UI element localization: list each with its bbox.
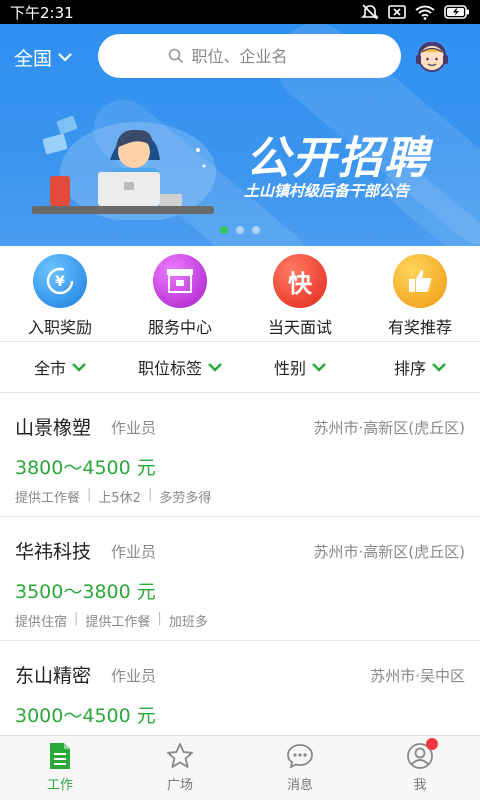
filter-job-tag[interactable]: 职位标签 [120,342,240,392]
no-sim-icon [388,5,406,19]
wifi-icon [415,5,435,20]
job-salary: 3000～4500 元 [15,705,156,727]
chevron-down-icon [208,362,222,372]
job-tags: 提供工作餐 | 上5休2 | 多劳多得 [15,487,212,506]
filter-label: 职位标签 [137,359,202,378]
status-time: 下午2:31 [10,3,74,22]
job-location: 苏州市·高新区(虎丘区) [313,543,465,561]
carousel-dot [252,226,260,234]
status-icons [361,4,470,20]
nav-label: 消息 [286,778,313,793]
status-bar: 下午2:31 [0,0,480,24]
job-tag: 上5休2 [98,491,141,506]
hero-banner[interactable]: 全国 公开招聘 土山镇村级后备干部 [0,24,480,246]
nav-label: 工作 [46,778,73,793]
chevron-down-icon [58,53,72,62]
storefront-icon [153,254,207,308]
filter-gender[interactable]: 性别 [240,342,360,392]
quick-entry-label: 有奖推荐 [387,318,452,337]
filter-label: 性别 [273,359,306,378]
kuai-icon: 快 [273,254,327,308]
nav-work[interactable]: 工作 [0,736,120,800]
job-tags: 提供住宿 | 提供工作餐 | 加班多 [15,611,208,630]
search-bar[interactable] [98,34,401,78]
region-selector[interactable]: 全国 [14,44,72,71]
mute-icon [361,4,379,20]
filter-sort[interactable]: 排序 [360,342,480,392]
quick-entry-service-center[interactable]: 服务中心 [120,246,240,341]
job-tag: 提供工作餐 [85,615,151,630]
customer-service-icon[interactable] [414,38,450,78]
carousel-dot [236,226,244,234]
chevron-down-icon [432,362,446,372]
quick-entry-label: 服务中心 [147,318,212,337]
nav-me[interactable]: 我 [360,736,480,800]
quick-entry-onboarding-reward[interactable]: ¥ 入职奖励 [0,246,120,341]
job-location: 苏州市·吴中区 [370,667,465,685]
svg-text:¥: ¥ [55,274,65,290]
chevron-down-icon [312,362,326,372]
job-list: 山景橡塑 作业员 苏州市·高新区(虎丘区) 3800～4500 元 提供工作餐 |… [0,393,480,765]
yen-refresh-icon: ¥ [33,254,87,308]
job-position: 作业员 [111,667,157,685]
job-position: 作业员 [111,419,157,437]
chat-bubble-icon [287,744,313,769]
filter-bar: 全市 职位标签 性别 排序 [0,341,480,393]
search-input[interactable] [191,46,332,66]
nav-label: 我 [413,778,427,793]
job-salary: 3800～4500 元 [15,457,156,479]
quick-entry-label: 当天面试 [267,318,332,337]
thumbs-up-icon [393,254,447,308]
company-name: 山景橡塑 [15,417,92,439]
job-card[interactable]: 山景橡塑 作业员 苏州市·高新区(虎丘区) 3800～4500 元 提供工作餐 |… [0,393,480,517]
job-position: 作业员 [111,543,157,561]
quick-entry-label: 入职奖励 [27,318,92,337]
job-tag: 多劳多得 [159,491,212,506]
job-location: 苏州市·高新区(虎丘区) [313,419,465,437]
quick-entry-same-day-interview[interactable]: 快 当天面试 [240,246,360,341]
star-icon [167,743,193,768]
job-salary: 3500～3800 元 [15,581,156,603]
job-tag: 提供住宿 [15,615,68,630]
filter-label: 排序 [393,359,426,378]
quick-entry-referral-reward[interactable]: 有奖推荐 [360,246,480,341]
job-card[interactable]: 华祎科技 作业员 苏州市·高新区(虎丘区) 3500～3800 元 提供住宿 | … [0,517,480,641]
search-icon [168,48,183,64]
carousel-dot [220,226,228,234]
document-icon [50,743,70,769]
company-name: 华祎科技 [15,541,92,563]
top-header: 全国 [0,24,480,90]
quick-entries: ¥ 入职奖励 服务中心 快 当天面试 有奖推荐 [0,246,480,341]
banner-subtitle: 土山镇村级后备干部公告 [244,182,410,200]
filter-city[interactable]: 全市 [0,342,120,392]
battery-charging-icon [444,5,469,19]
bottom-nav: 工作 广场 消息 我 [0,735,480,800]
banner-title: 公开招聘 [246,133,430,184]
nav-square[interactable]: 广场 [120,736,240,800]
notification-badge [426,738,438,750]
kuai-glyph: 快 [288,269,312,298]
filter-label: 全市 [33,359,66,378]
banner-illustration [32,115,216,220]
chevron-down-icon [72,362,86,372]
nav-label: 广场 [166,778,193,793]
region-label: 全国 [14,48,53,70]
nav-messages[interactable]: 消息 [240,736,360,800]
carousel-indicator [220,226,260,234]
job-tag: 提供工作餐 [15,491,81,506]
company-name: 东山精密 [15,665,92,687]
job-tag: 加班多 [168,615,208,630]
